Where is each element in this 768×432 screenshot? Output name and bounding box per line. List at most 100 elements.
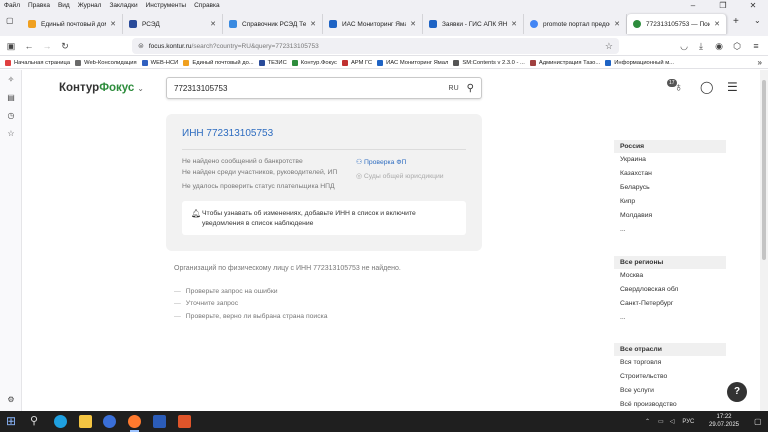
menu-edit[interactable]: Правка (24, 2, 54, 9)
app-menu-icon[interactable]: ≡ (749, 39, 763, 53)
user-profile-icon[interactable]: ◯ (700, 80, 713, 94)
extensions-icon[interactable]: ⬡ (730, 39, 744, 53)
country-selector[interactable]: RU (449, 85, 459, 92)
region-option[interactable]: Свердловская обл (614, 283, 726, 297)
site-info-icon[interactable]: ⊜ (138, 42, 144, 50)
hamburger-menu-icon[interactable]: ☰ (727, 80, 738, 94)
close-tab-icon[interactable]: ✕ (614, 20, 620, 28)
close-tab-icon[interactable]: ✕ (714, 20, 720, 28)
bookmarks-overflow-icon[interactable]: » (758, 58, 762, 67)
notification-bulb-icon[interactable]: ♁ (674, 80, 683, 94)
taskbar-clock[interactable]: 17:22 29.07.2025 (704, 413, 744, 429)
country-filter-selected[interactable]: Россия (614, 140, 726, 153)
address-bar[interactable]: ⊜ focus.kontur.ru/search?country=RU&quer… (132, 38, 619, 54)
ai-chat-icon[interactable]: ✧ (6, 75, 16, 85)
more-countries-link[interactable]: ... (614, 223, 726, 237)
chevron-down-icon[interactable]: ⌄ (137, 84, 144, 93)
pocket-icon[interactable]: ◡ (677, 39, 691, 53)
inn-title-link[interactable]: ИНН 772313105753 (182, 128, 273, 139)
file-explorer-icon[interactable] (79, 415, 92, 428)
close-window-icon[interactable]: ✕ (738, 0, 768, 11)
search-taskbar-icon[interactable]: ⚲ (30, 415, 43, 428)
bookmark-ias[interactable]: ИАС Мониторинг Ямал (377, 59, 448, 66)
country-option[interactable]: Молдавия (614, 209, 726, 223)
bookmarks-icon[interactable]: ☆ (6, 129, 16, 139)
taskbar-app-icon[interactable] (178, 415, 191, 428)
search-input[interactable]: 772313105753 RU ⚲ (166, 77, 482, 99)
menu-bookmarks[interactable]: Закладки (105, 2, 141, 9)
industry-option[interactable]: Строительство (614, 370, 726, 384)
tray-chevron-icon[interactable]: ⌃ (645, 418, 650, 425)
tab-rsed[interactable]: РСЭД ✕ (123, 14, 223, 34)
bookmark-mail[interactable]: Единый почтовый до... (183, 59, 254, 66)
region-option[interactable]: Санкт-Петербург (614, 297, 726, 311)
close-tab-icon[interactable]: ✕ (210, 20, 216, 28)
menu-view[interactable]: Вид (54, 2, 74, 9)
menu-help[interactable]: Справка (190, 2, 224, 9)
windows-start-icon[interactable]: ⊞ (6, 415, 19, 428)
more-regions-link[interactable]: ... (614, 311, 726, 325)
close-tab-icon[interactable]: ✕ (511, 20, 517, 28)
tab-reference[interactable]: Справочник РСЭД Тезис ✕ (223, 14, 323, 34)
minimize-icon[interactable]: – (678, 0, 708, 11)
close-tab-icon[interactable]: ✕ (410, 20, 416, 28)
menu-history[interactable]: Журнал (74, 2, 106, 9)
back-icon[interactable]: ← (22, 39, 36, 53)
region-option[interactable]: Москва (614, 269, 726, 283)
edge-icon[interactable] (54, 415, 67, 428)
close-tab-icon[interactable]: ✕ (110, 20, 116, 28)
firefox-icon[interactable] (128, 415, 141, 432)
country-option[interactable]: Кипр (614, 195, 726, 209)
menu-tools[interactable]: Инструменты (142, 2, 191, 9)
bookmark-web-nsi[interactable]: WEB-НСИ (141, 59, 178, 66)
tab-ias[interactable]: ИАС Мониторинг Ямал ✕ (323, 14, 423, 34)
bookmark-tezis[interactable]: ТЕЗИС (258, 59, 287, 66)
notifications-icon[interactable]: ▢ (754, 411, 762, 432)
word-icon[interactable] (153, 415, 166, 428)
sidebar-settings-icon[interactable]: ⚙ (6, 395, 16, 405)
tab-requests[interactable]: Заявки - ГИС АПК ЯНАО ✕ (423, 14, 524, 34)
bookmark-info[interactable]: Информационный м... (605, 59, 674, 66)
forward-icon[interactable]: → (40, 39, 54, 53)
volume-icon[interactable]: ◁ (670, 418, 675, 425)
help-button[interactable]: ? (727, 382, 747, 402)
new-tab-icon[interactable]: + (733, 16, 739, 27)
bookmark-arm-gs[interactable]: АРМ ГС (341, 59, 372, 66)
bookmark-web-consolidation[interactable]: Web-Консолидация (75, 59, 137, 66)
tab-promote[interactable]: promote портал предоставл ✕ (524, 14, 627, 34)
synced-tabs-icon[interactable]: ▤ (6, 93, 16, 103)
country-option[interactable]: Казахстан (614, 167, 726, 181)
bookmark-kontur-focus[interactable]: Контур.Фокус (291, 59, 337, 66)
input-language[interactable]: РУС (682, 419, 694, 425)
menu-file[interactable]: Файл (0, 2, 24, 9)
bookmark-sm-contents[interactable]: SM:Contents v 2.3.0 - ... (453, 59, 525, 66)
tab-list-icon[interactable]: ▢ (6, 16, 14, 25)
history-icon[interactable]: ◷ (6, 111, 16, 121)
page-scrollbar[interactable] (760, 70, 768, 411)
region-filter-selected[interactable]: Все регионы (614, 256, 726, 269)
sidebar-toggle-icon[interactable]: ▣ (4, 39, 18, 53)
network-icon[interactable]: ▭ (658, 418, 664, 425)
account-icon[interactable]: ◉ (712, 39, 726, 53)
bookmark-administration[interactable]: Администрация Тазо... (529, 59, 600, 66)
search-value[interactable]: 772313105753 (167, 84, 449, 93)
tab-focus-active[interactable]: 772313105753 — Поиск ✕ (627, 14, 727, 34)
industry-option[interactable]: Всё производство (614, 398, 726, 411)
industry-filter-selected[interactable]: Все отрасли (614, 343, 726, 356)
country-option[interactable]: Беларусь (614, 181, 726, 195)
restore-icon[interactable]: ❐ (708, 0, 738, 11)
downloads-icon[interactable]: ⤓ (694, 39, 708, 53)
search-icon[interactable]: ⚲ (467, 83, 474, 94)
bookmark-start[interactable]: Начальная страница (5, 59, 70, 66)
yandex-app-icon[interactable] (103, 415, 116, 428)
close-tab-icon[interactable]: ✕ (310, 20, 316, 28)
tab-overflow-icon[interactable]: ⌄ (754, 16, 761, 25)
industry-option[interactable]: Все услуги (614, 384, 726, 398)
fp-check-link[interactable]: ⚇ Проверка ФП (356, 158, 406, 166)
country-option[interactable]: Украина (614, 153, 726, 167)
tab-mail[interactable]: Единый почтовый домен ✕ (22, 14, 123, 34)
industry-option[interactable]: Вся торговля (614, 356, 726, 370)
bookmark-star-icon[interactable]: ☆ (605, 41, 613, 52)
reload-icon[interactable]: ↻ (58, 39, 72, 53)
kontur-focus-logo[interactable]: КонтурФокус ⌄ (59, 82, 144, 94)
